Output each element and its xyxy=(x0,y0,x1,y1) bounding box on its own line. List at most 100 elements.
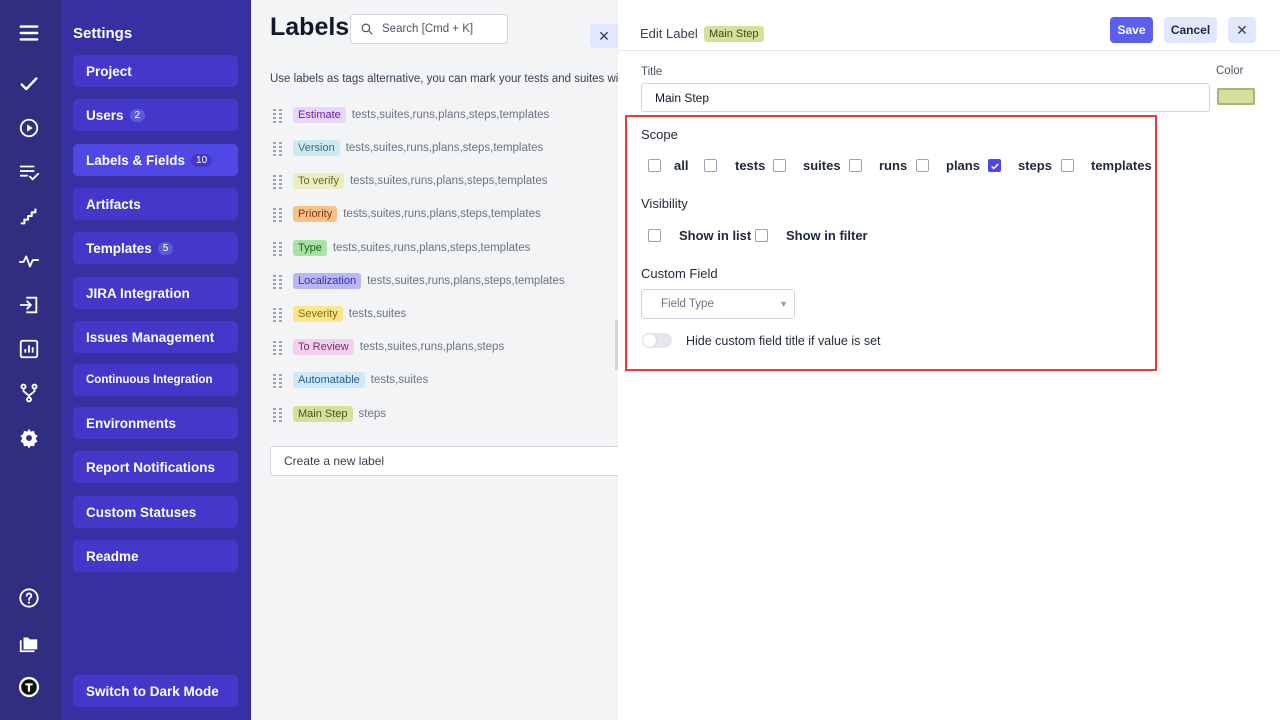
create-label-input[interactable]: Create a new label xyxy=(270,446,618,476)
sidebar-item-report-notifications[interactable]: Report Notifications xyxy=(73,451,238,483)
label-scope: tests,suites,runs,plans,steps,templates xyxy=(332,242,531,254)
drag-handle-icon[interactable] xyxy=(273,242,283,256)
help-icon[interactable] xyxy=(16,585,42,611)
chevron-down-icon: ▼ xyxy=(779,299,788,309)
checkbox[interactable] xyxy=(648,229,661,242)
scope-option-steps[interactable]: steps xyxy=(988,158,1052,173)
checkbox-label: Show in filter xyxy=(786,228,868,243)
sidebar-item-label: Report Notifications xyxy=(86,459,216,475)
drag-handle-icon[interactable] xyxy=(273,374,283,388)
checkbox[interactable] xyxy=(988,159,1001,172)
checkbox[interactable] xyxy=(755,229,768,242)
checkbox[interactable] xyxy=(916,159,929,172)
hide-title-toggle[interactable] xyxy=(642,333,672,348)
label-tag[interactable]: To verify xyxy=(293,173,344,189)
sidebar-item-issues-management[interactable]: Issues Management xyxy=(73,321,238,353)
page-title: Labels xyxy=(270,13,350,41)
sidebar-item-users[interactable]: Users 2 xyxy=(73,99,238,131)
dark-mode-toggle-button[interactable]: Switch to Dark Mode xyxy=(73,675,238,707)
label-row[interactable]: Type tests,suites,runs,plans,steps,templa… xyxy=(273,239,530,257)
drag-handle-icon[interactable] xyxy=(273,208,283,222)
sidebar-item-custom-statuses[interactable]: Custom Statuses xyxy=(73,496,238,528)
drag-handle-icon[interactable] xyxy=(273,142,283,156)
checkbox[interactable] xyxy=(704,159,717,172)
dark-mode-label: Switch to Dark Mode xyxy=(86,683,219,699)
sidebar-item-project[interactable]: Project xyxy=(73,55,238,87)
label-tag[interactable]: Estimate xyxy=(293,107,346,123)
label-scope: steps xyxy=(358,408,387,420)
sidebar-item-templates[interactable]: Templates 5 xyxy=(73,232,238,264)
icon-rail xyxy=(0,0,61,720)
drag-handle-icon[interactable] xyxy=(273,341,283,355)
checkmark-icon[interactable] xyxy=(16,71,42,97)
sidebar-item-jira-integration[interactable]: JIRA Integration xyxy=(73,277,238,309)
checkbox[interactable] xyxy=(648,159,661,172)
title-input[interactable]: Main Step xyxy=(641,83,1210,112)
sidebar-item-artifacts[interactable]: Artifacts xyxy=(73,188,238,220)
sidebar-item-environments[interactable]: Environments xyxy=(73,407,238,439)
label-tag[interactable]: Type xyxy=(293,240,327,256)
label-row[interactable]: To Review tests,suites,runs,plans,steps xyxy=(273,338,504,356)
search-input[interactable]: Search [Cmd + K] xyxy=(350,14,508,44)
drag-handle-icon[interactable] xyxy=(273,109,283,123)
scope-option-tests[interactable]: tests xyxy=(704,158,765,173)
drag-handle-icon[interactable] xyxy=(273,275,283,289)
count-badge: 5 xyxy=(157,241,174,255)
gear-icon[interactable] xyxy=(16,425,42,451)
label-row[interactable]: Estimate tests,suites,runs,plans,steps,te… xyxy=(273,106,549,124)
checkbox[interactable] xyxy=(773,159,786,172)
sidebar-item-readme[interactable]: Readme xyxy=(73,540,238,572)
scope-option-plans[interactable]: plans xyxy=(916,158,980,173)
label-tag[interactable]: Main Step xyxy=(293,406,353,422)
chart-icon[interactable] xyxy=(16,336,42,362)
scope-option-all[interactable]: all xyxy=(648,158,688,173)
menu-icon[interactable] xyxy=(16,20,42,46)
label-row[interactable]: Automatable tests,suites xyxy=(273,371,428,389)
field-type-select[interactable]: Field Type ▼ xyxy=(641,289,795,319)
edit-title: Edit Label xyxy=(640,26,698,41)
sidebar-item-continuous-integration[interactable]: Continuous Integration xyxy=(73,364,238,396)
drag-handle-icon[interactable] xyxy=(273,175,283,189)
scope-option-suites[interactable]: suites xyxy=(773,158,841,173)
visibility-option[interactable]: Show in list xyxy=(648,228,751,243)
branch-icon[interactable] xyxy=(16,380,42,406)
play-circle-icon[interactable] xyxy=(16,115,42,141)
label-tag[interactable]: Priority xyxy=(293,206,338,222)
drag-handle-icon[interactable] xyxy=(273,308,283,322)
label-row[interactable]: Severity tests,suites xyxy=(273,305,406,323)
edit-header: Edit Label Main Step Save Cancel ✕ xyxy=(618,0,1280,51)
cancel-button[interactable]: Cancel xyxy=(1164,17,1217,43)
search-placeholder: Search [Cmd + K] xyxy=(382,23,474,35)
visibility-option[interactable]: Show in filter xyxy=(755,228,868,243)
label-tag[interactable]: Version xyxy=(293,140,340,156)
color-field-label: Color xyxy=(1216,65,1244,77)
label-row[interactable]: Priority tests,suites,runs,plans,steps,te… xyxy=(273,205,541,223)
color-picker[interactable] xyxy=(1217,88,1255,105)
edit-label-panel: Edit Label Main Step Save Cancel ✕ Title… xyxy=(618,0,1280,720)
folders-icon[interactable] xyxy=(16,630,42,656)
labels-pane: Labels Search [Cmd + K] ✕ Use labels as … xyxy=(251,0,618,720)
save-button[interactable]: Save xyxy=(1110,17,1153,43)
hide-title-label: Hide custom field title if value is set xyxy=(686,334,881,348)
label-tag[interactable]: Severity xyxy=(293,306,343,322)
list-check-icon[interactable] xyxy=(16,159,42,185)
close-icon[interactable]: ✕ xyxy=(1228,17,1256,43)
label-tag[interactable]: To Review xyxy=(293,339,354,355)
scope-option-templates[interactable]: templates xyxy=(1061,158,1152,173)
label-row[interactable]: Localization tests,suites,runs,plans,step… xyxy=(273,272,565,290)
close-icon[interactable]: ✕ xyxy=(590,24,618,48)
drag-handle-icon[interactable] xyxy=(273,408,283,422)
checkbox[interactable] xyxy=(1061,159,1074,172)
label-row[interactable]: To verify tests,suites,runs,plans,steps,t… xyxy=(273,172,547,190)
user-avatar-icon[interactable] xyxy=(16,674,42,700)
label-row[interactable]: Main Step steps xyxy=(273,405,386,423)
import-icon[interactable] xyxy=(16,292,42,318)
label-row[interactable]: Version tests,suites,runs,plans,steps,tem… xyxy=(273,139,543,157)
checkbox[interactable] xyxy=(849,159,862,172)
label-tag[interactable]: Automatable xyxy=(293,372,365,388)
scope-option-runs[interactable]: runs xyxy=(849,158,907,173)
pulse-icon[interactable] xyxy=(16,248,42,274)
label-tag[interactable]: Localization xyxy=(293,273,362,289)
sidebar-item-labels-fields[interactable]: Labels & Fields 10 xyxy=(73,144,238,176)
steps-icon[interactable] xyxy=(16,203,42,229)
